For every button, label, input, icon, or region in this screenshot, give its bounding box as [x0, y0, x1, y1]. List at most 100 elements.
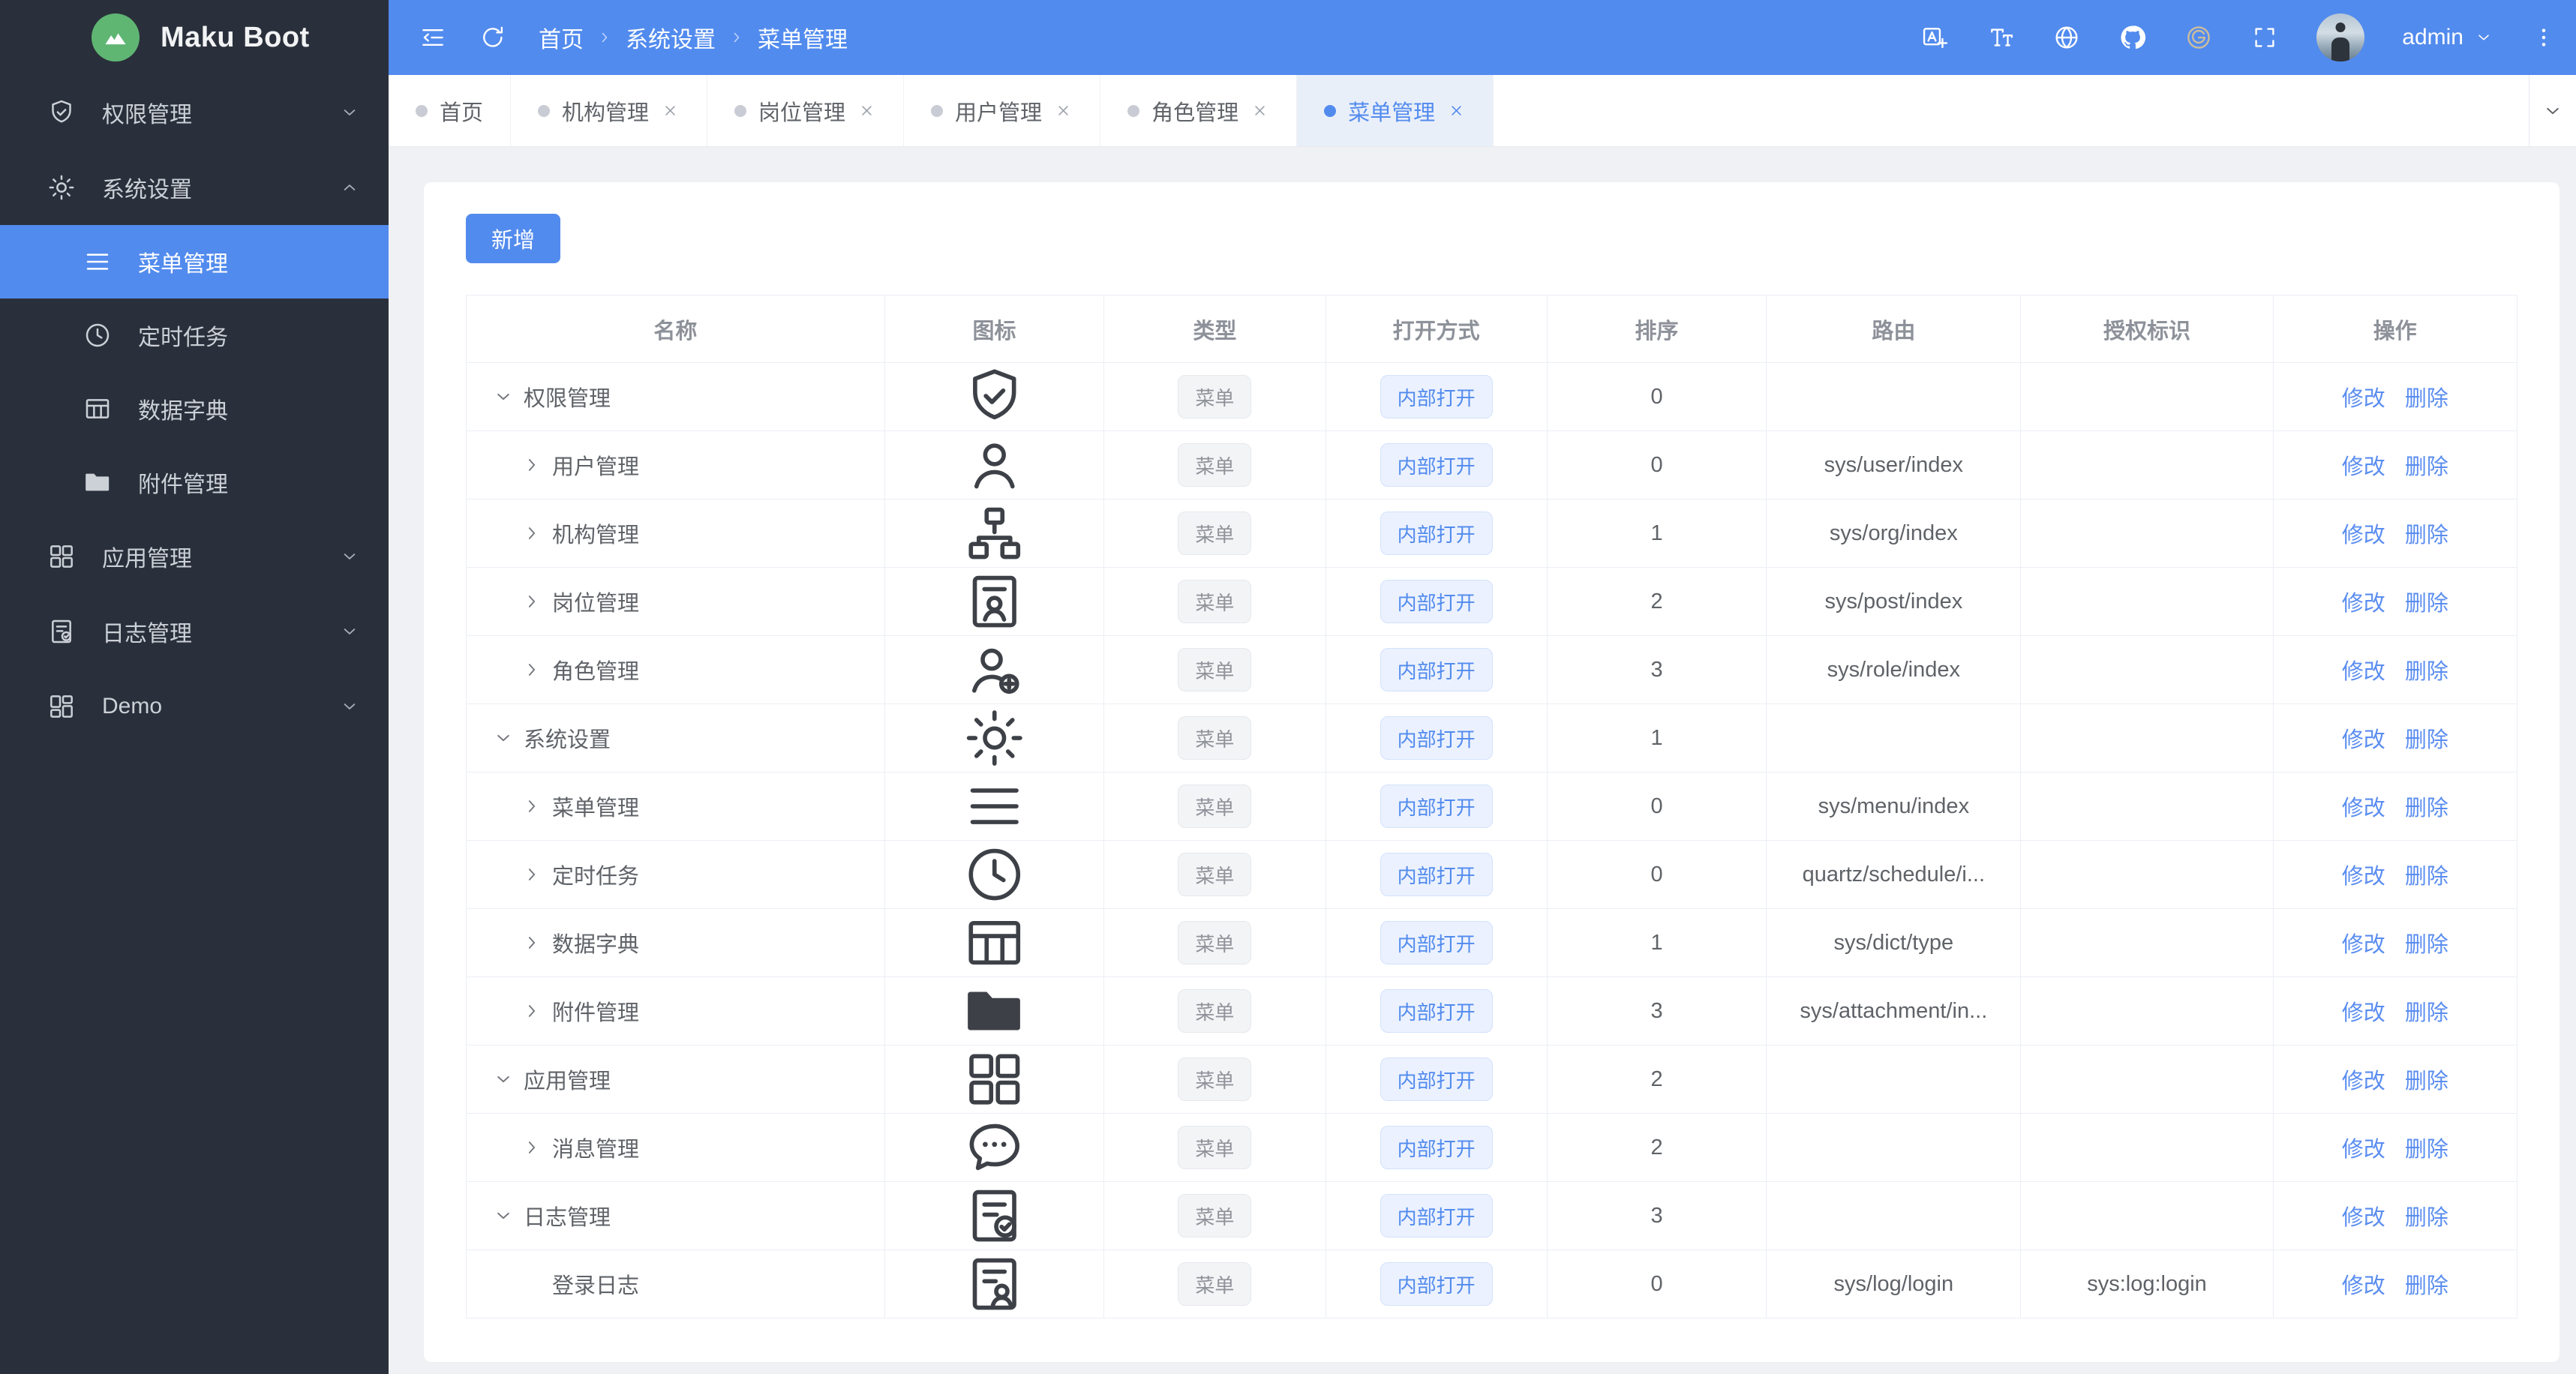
- tab-org[interactable]: 机构管理: [511, 75, 708, 146]
- row-expand-arrow[interactable]: [492, 1068, 515, 1090]
- delete-link[interactable]: 删除: [2405, 1138, 2448, 1162]
- sidebar-item-apps[interactable]: 应用管理: [0, 519, 389, 594]
- chevron-down-icon: [339, 102, 360, 123]
- delete-link[interactable]: 删除: [2405, 933, 2448, 957]
- delete-link[interactable]: 删除: [2405, 660, 2448, 684]
- menu-fold-icon[interactable]: [419, 23, 447, 52]
- name-cell-inner: 消息管理: [492, 1132, 878, 1163]
- sidebar-item-permission[interactable]: 权限管理: [0, 75, 389, 150]
- name-cell: 登录日志: [466, 1250, 885, 1318]
- main-content: 新增 名称 图标 类型 打开方式 排序 路由 授权标识 操作 权限管理 菜单 内部打开 0 修改 删除用…: [389, 147, 2576, 1374]
- user-menu[interactable]: admin: [2402, 25, 2493, 50]
- tab-close-icon[interactable]: [857, 101, 876, 120]
- table-row: 权限管理 菜单 内部打开 0 修改 删除: [466, 362, 2518, 431]
- tab-user[interactable]: 用户管理: [904, 75, 1101, 146]
- row-expand-arrow[interactable]: [492, 1204, 515, 1227]
- gitee-icon[interactable]: [2184, 23, 2213, 52]
- sidebar-item-logs[interactable]: 日志管理: [0, 594, 389, 669]
- row-expand-arrow[interactable]: [521, 1000, 543, 1022]
- sidebar-item-system[interactable]: 系统设置: [0, 150, 389, 225]
- edit-link[interactable]: 修改: [2342, 660, 2385, 684]
- github-icon[interactable]: [2118, 23, 2147, 52]
- font-size-icon[interactable]: [1986, 23, 2015, 52]
- delete-link[interactable]: 删除: [2405, 524, 2448, 548]
- tab-label: 机构管理: [562, 100, 650, 125]
- tab-close-icon[interactable]: [661, 101, 680, 120]
- actions-cell: 修改 删除: [2272, 1250, 2518, 1318]
- edit-link[interactable]: 修改: [2342, 865, 2385, 889]
- tab-post[interactable]: 岗位管理: [707, 75, 905, 146]
- tab-close-icon[interactable]: [1054, 101, 1073, 120]
- breadcrumb-item[interactable]: 系统设置: [626, 21, 716, 54]
- edit-link[interactable]: 修改: [2342, 455, 2385, 479]
- chevron-down-icon: [2541, 100, 2564, 122]
- translate-icon[interactable]: [1920, 23, 1949, 52]
- edit-link[interactable]: 修改: [2342, 387, 2385, 411]
- edit-link[interactable]: 修改: [2342, 1206, 2385, 1230]
- tab-close-icon[interactable]: [1250, 101, 1269, 120]
- type-tag: 菜单: [1178, 580, 1252, 623]
- row-expand-arrow[interactable]: [521, 863, 543, 886]
- clock-icon: [83, 320, 113, 350]
- sidebar-item-attachment[interactable]: 附件管理: [0, 446, 389, 519]
- tab-role[interactable]: 角色管理: [1100, 75, 1298, 146]
- permission-cell: [2020, 772, 2274, 841]
- sort-cell: 1: [1546, 499, 1767, 568]
- delete-link[interactable]: 删除: [2405, 865, 2448, 889]
- row-expand-arrow[interactable]: [521, 522, 543, 544]
- avatar[interactable]: [2316, 14, 2365, 62]
- menu-name: 附件管理: [552, 1001, 640, 1025]
- sort-cell: 2: [1546, 1113, 1767, 1182]
- permission-cell: [2020, 976, 2274, 1046]
- breadcrumb-item[interactable]: 首页: [539, 21, 584, 54]
- sidebar-item-schedule[interactable]: 定时任务: [0, 298, 389, 372]
- globe-icon[interactable]: [2052, 23, 2081, 52]
- sidebar-item-demo[interactable]: Demo: [0, 669, 389, 744]
- table-row: 系统设置 菜单 内部打开 1 修改 删除: [466, 704, 2518, 772]
- row-expand-arrow[interactable]: [521, 658, 543, 681]
- tab-menu[interactable]: 菜单管理: [1297, 75, 1494, 146]
- row-expand-arrow[interactable]: [521, 932, 543, 954]
- type-cell: 菜单: [1103, 1181, 1326, 1250]
- edit-link[interactable]: 修改: [2342, 1274, 2385, 1298]
- edit-link[interactable]: 修改: [2342, 796, 2385, 820]
- row-expand-arrow[interactable]: [521, 795, 543, 818]
- edit-link[interactable]: 修改: [2342, 728, 2385, 752]
- breadcrumb-item[interactable]: 菜单管理: [758, 21, 848, 54]
- delete-link[interactable]: 删除: [2405, 1274, 2448, 1298]
- delete-link[interactable]: 删除: [2405, 387, 2448, 411]
- tab-home[interactable]: 首页: [389, 75, 512, 146]
- sidebar-item-label: 附件管理: [138, 472, 228, 497]
- name-cell-inner: 机构管理: [492, 518, 878, 549]
- delete-link[interactable]: 删除: [2405, 592, 2448, 616]
- fullscreen-icon[interactable]: [2250, 23, 2279, 52]
- edit-link[interactable]: 修改: [2342, 933, 2385, 957]
- delete-link[interactable]: 删除: [2405, 1206, 2448, 1230]
- tab-dropdown-button[interactable]: [2529, 75, 2576, 146]
- delete-link[interactable]: 删除: [2405, 796, 2448, 820]
- row-expand-arrow[interactable]: [492, 386, 515, 408]
- row-expand-arrow[interactable]: [521, 454, 543, 476]
- type-cell: 菜单: [1103, 1045, 1326, 1114]
- delete-link[interactable]: 删除: [2405, 1001, 2448, 1025]
- row-expand-arrow[interactable]: [521, 590, 543, 613]
- add-button[interactable]: 新增: [466, 214, 561, 263]
- row-expand-arrow[interactable]: [492, 727, 515, 749]
- edit-link[interactable]: 修改: [2342, 1070, 2385, 1094]
- refresh-icon[interactable]: [479, 23, 507, 52]
- sidebar-item-menu[interactable]: 菜单管理: [0, 225, 389, 298]
- edit-link[interactable]: 修改: [2342, 592, 2385, 616]
- edit-link[interactable]: 修改: [2342, 1001, 2385, 1025]
- name-cell-inner: 菜单管理: [492, 790, 878, 822]
- delete-link[interactable]: 删除: [2405, 455, 2448, 479]
- delete-link[interactable]: 删除: [2405, 728, 2448, 752]
- tab-close-icon[interactable]: [1447, 101, 1466, 120]
- row-expand-arrow[interactable]: [521, 1136, 543, 1159]
- delete-link[interactable]: 删除: [2405, 1070, 2448, 1094]
- permission-cell: [2020, 362, 2274, 431]
- sidebar-item-dict[interactable]: 数据字典: [0, 372, 389, 446]
- name-cell-inner: 数据字典: [492, 927, 878, 958]
- edit-link[interactable]: 修改: [2342, 1138, 2385, 1162]
- edit-link[interactable]: 修改: [2342, 524, 2385, 548]
- more-menu-icon[interactable]: [2531, 25, 2556, 50]
